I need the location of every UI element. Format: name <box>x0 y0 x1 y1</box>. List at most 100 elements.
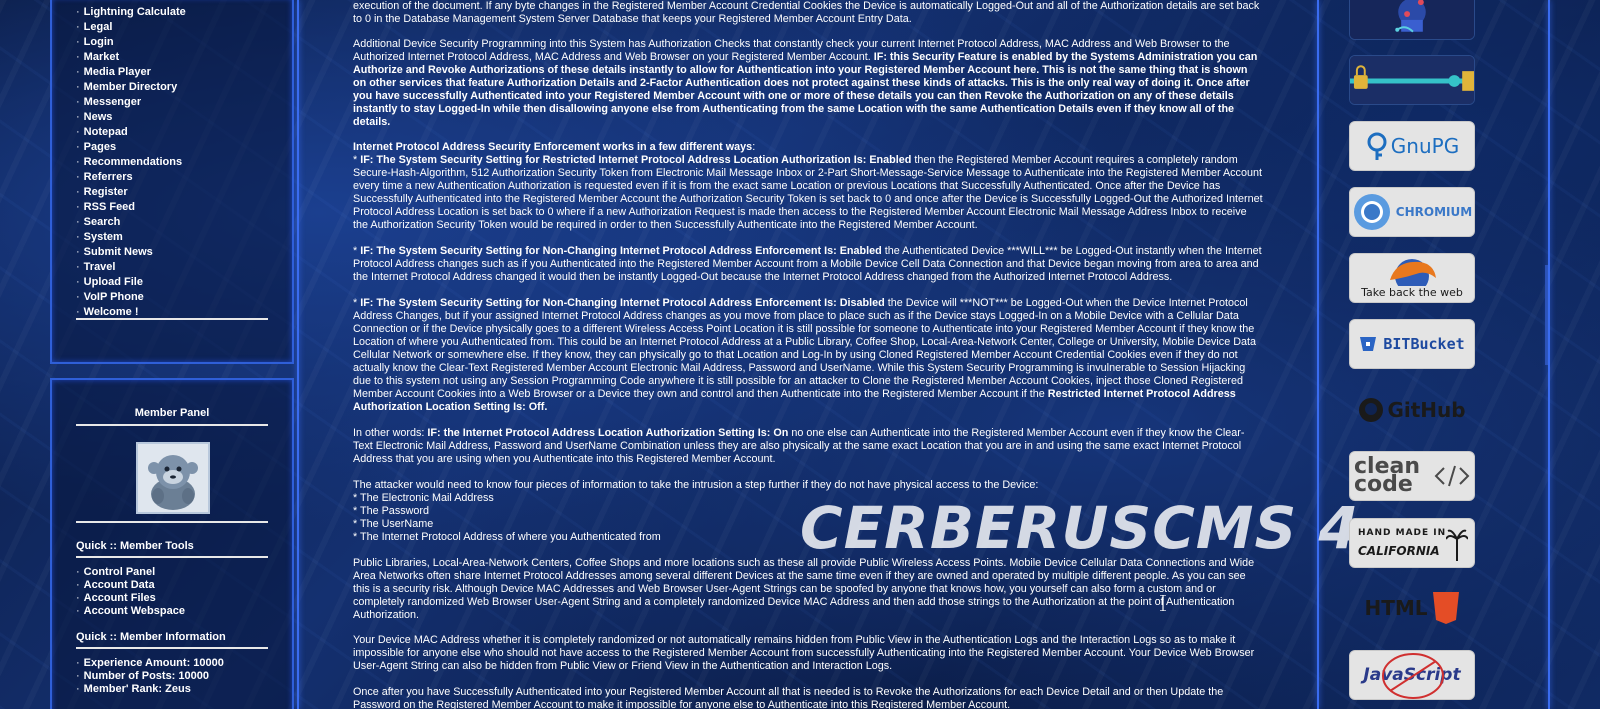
text-bold: IF: The System Security Setting for Non-… <box>360 245 882 257</box>
clean-code-badge[interactable]: clean code <box>1349 451 1475 501</box>
nav-item-2[interactable]: · Login <box>76 35 186 50</box>
nav-item-0[interactable]: · Lightning Calculate <box>76 5 186 20</box>
nav-item-6[interactable]: · Messenger <box>76 95 186 110</box>
github-badge[interactable]: GitHub <box>1349 385 1475 435</box>
gnupg-badge[interactable]: GnuPG <box>1349 121 1475 171</box>
nav-item-4[interactable]: · Media Player <box>76 65 186 80</box>
hacker-badge[interactable] <box>1349 0 1475 40</box>
nav-item-label[interactable]: Market <box>84 51 119 63</box>
nav-item-label[interactable]: Login <box>84 36 114 48</box>
member-tool-link-0[interactable]: · Control Panel <box>76 566 185 579</box>
nav-item-label[interactable]: Media Player <box>84 66 151 78</box>
bullet-icon: · <box>76 216 80 228</box>
bullet-icon: · <box>76 156 80 168</box>
avatar[interactable] <box>136 442 210 514</box>
divider <box>76 647 268 649</box>
nav-item-label[interactable]: Search <box>84 216 121 228</box>
github-octocat-icon <box>1359 398 1384 422</box>
left-sidebar: · Lightning Calculate · Legal · Login · Market ·… <box>50 0 294 709</box>
member-info-list: · Experience Amount: 10000 · Number of Post… <box>76 657 224 696</box>
paragraph-device-cookies: execution of the document. If any byte c… <box>353 0 1260 25</box>
nav-item-18[interactable]: · Upload File <box>76 275 186 290</box>
nav-item-label[interactable]: Legal <box>84 21 113 33</box>
nav-item-label[interactable]: Member Directory <box>84 81 178 93</box>
text-bold: IF: The System Security Setting for Non-… <box>360 297 885 309</box>
nav-item-label[interactable]: System <box>84 231 123 243</box>
padlock-badge[interactable] <box>1349 55 1475 105</box>
hacker-icon <box>1350 0 1474 39</box>
divider <box>76 556 268 558</box>
nav-item-label[interactable]: Welcome ! <box>84 306 139 318</box>
member-panel-title: Member Panel <box>134 407 210 419</box>
nav-item-12[interactable]: · Register <box>76 185 186 200</box>
javascript-badge[interactable]: JavaScript <box>1349 650 1475 700</box>
nav-item-3[interactable]: · Market <box>76 50 186 65</box>
list-line: * The Electronic Mail Address <box>353 492 494 504</box>
bitbucket-badge[interactable]: BITBucket <box>1349 319 1475 369</box>
bullet-icon: · <box>76 306 80 318</box>
nav-item-8[interactable]: · Notepad <box>76 125 186 140</box>
member-tool-link-label[interactable]: Account Data <box>84 579 155 591</box>
member-tool-link-2[interactable]: · Account Files <box>76 592 185 605</box>
made-in-california-badge[interactable]: HAND MADE IN CALIFORNIA <box>1349 518 1475 568</box>
nav-item-label[interactable]: VoIP Phone <box>84 291 144 303</box>
nav-item-label[interactable]: Referrers <box>84 171 133 183</box>
nav-item-label[interactable]: RSS Feed <box>84 201 135 213</box>
chromium-logo-icon <box>1353 194 1390 230</box>
nav-item-15[interactable]: · System <box>76 230 186 245</box>
nav-item-label[interactable]: Register <box>84 186 128 198</box>
navigation-panel: · Lightning Calculate · Legal · Login · Market ·… <box>50 0 294 364</box>
bitbucket-logo-icon <box>1360 337 1377 351</box>
member-tool-link-label[interactable]: Account Webspace <box>84 605 185 617</box>
padlock-icon <box>1350 56 1474 104</box>
nav-item-17[interactable]: · Travel <box>76 260 186 275</box>
nav-item-label[interactable]: Messenger <box>84 96 141 108</box>
html5-badge[interactable]: HTML <box>1349 583 1475 633</box>
bullet-icon: · <box>76 51 80 63</box>
member-tool-link-1[interactable]: · Account Data <box>76 579 185 592</box>
paragraph-ip-enforcement: Internet Protocol Address Security Enfor… <box>353 141 1263 232</box>
member-info-item-1: · Number of Posts: 10000 <box>76 670 224 683</box>
nav-item-label[interactable]: Submit News <box>84 246 153 258</box>
nav-item-9[interactable]: · Pages <box>76 140 186 155</box>
nav-item-label[interactable]: News <box>84 111 113 123</box>
bullet-icon: · <box>76 261 80 273</box>
firefox-logo-icon <box>1390 259 1436 286</box>
paragraph-nonchanging-enabled: * IF: The System Security Setting for No… <box>353 245 1263 284</box>
bullet-icon: · <box>76 141 80 153</box>
badge-label: Take back the web <box>1361 286 1463 299</box>
nav-item-13[interactable]: · RSS Feed <box>76 200 186 215</box>
no-sign-icon <box>1382 653 1444 699</box>
nav-item-5[interactable]: · Member Directory <box>76 80 186 95</box>
chromium-badge[interactable]: CHROMIUM <box>1349 187 1475 237</box>
nav-item-label[interactable]: Upload File <box>84 276 143 288</box>
nav-item-16[interactable]: · Submit News <box>76 245 186 260</box>
nav-item-7[interactable]: · News <box>76 110 186 125</box>
nav-item-19[interactable]: · VoIP Phone <box>76 290 186 305</box>
paragraph-mac-address: Your Device MAC Address whether it is co… <box>353 634 1255 672</box>
member-tool-link-3[interactable]: · Account Webspace <box>76 605 185 618</box>
nav-item-label[interactable]: Travel <box>84 261 116 273</box>
nav-item-label[interactable]: Recommendations <box>84 156 182 168</box>
nav-item-11[interactable]: · Referrers <box>76 170 186 185</box>
palm-tree-icon <box>1446 529 1468 561</box>
firefox-badge[interactable]: Take back the web <box>1349 253 1475 303</box>
bullet-icon: · <box>76 111 80 123</box>
member-tools-list: · Control Panel · Account Data · Account File… <box>76 566 185 618</box>
nav-item-label[interactable]: Notepad <box>84 126 128 138</box>
bullet-icon: · <box>76 683 80 695</box>
nav-item-14[interactable]: · Search <box>76 215 186 230</box>
nav-item-label[interactable]: Lightning Calculate <box>84 6 186 18</box>
nav-item-1[interactable]: · Legal <box>76 20 186 35</box>
nav-item-10[interactable]: · Recommendations <box>76 155 186 170</box>
bullet-icon: · <box>76 605 80 617</box>
member-tool-link-label[interactable]: Account Files <box>84 592 156 604</box>
content-border-right <box>1317 0 1319 709</box>
member-tool-link-label[interactable]: Control Panel <box>84 566 156 578</box>
bullet-icon: · <box>76 670 80 682</box>
bullet-icon: · <box>76 21 80 33</box>
member-info-item-0: · Experience Amount: 10000 <box>76 657 224 670</box>
text-normal: In other words: <box>353 427 428 439</box>
member-panel: Member Panel Quick :: Member Tools · Cont… <box>50 378 294 709</box>
nav-item-label[interactable]: Pages <box>84 141 116 153</box>
